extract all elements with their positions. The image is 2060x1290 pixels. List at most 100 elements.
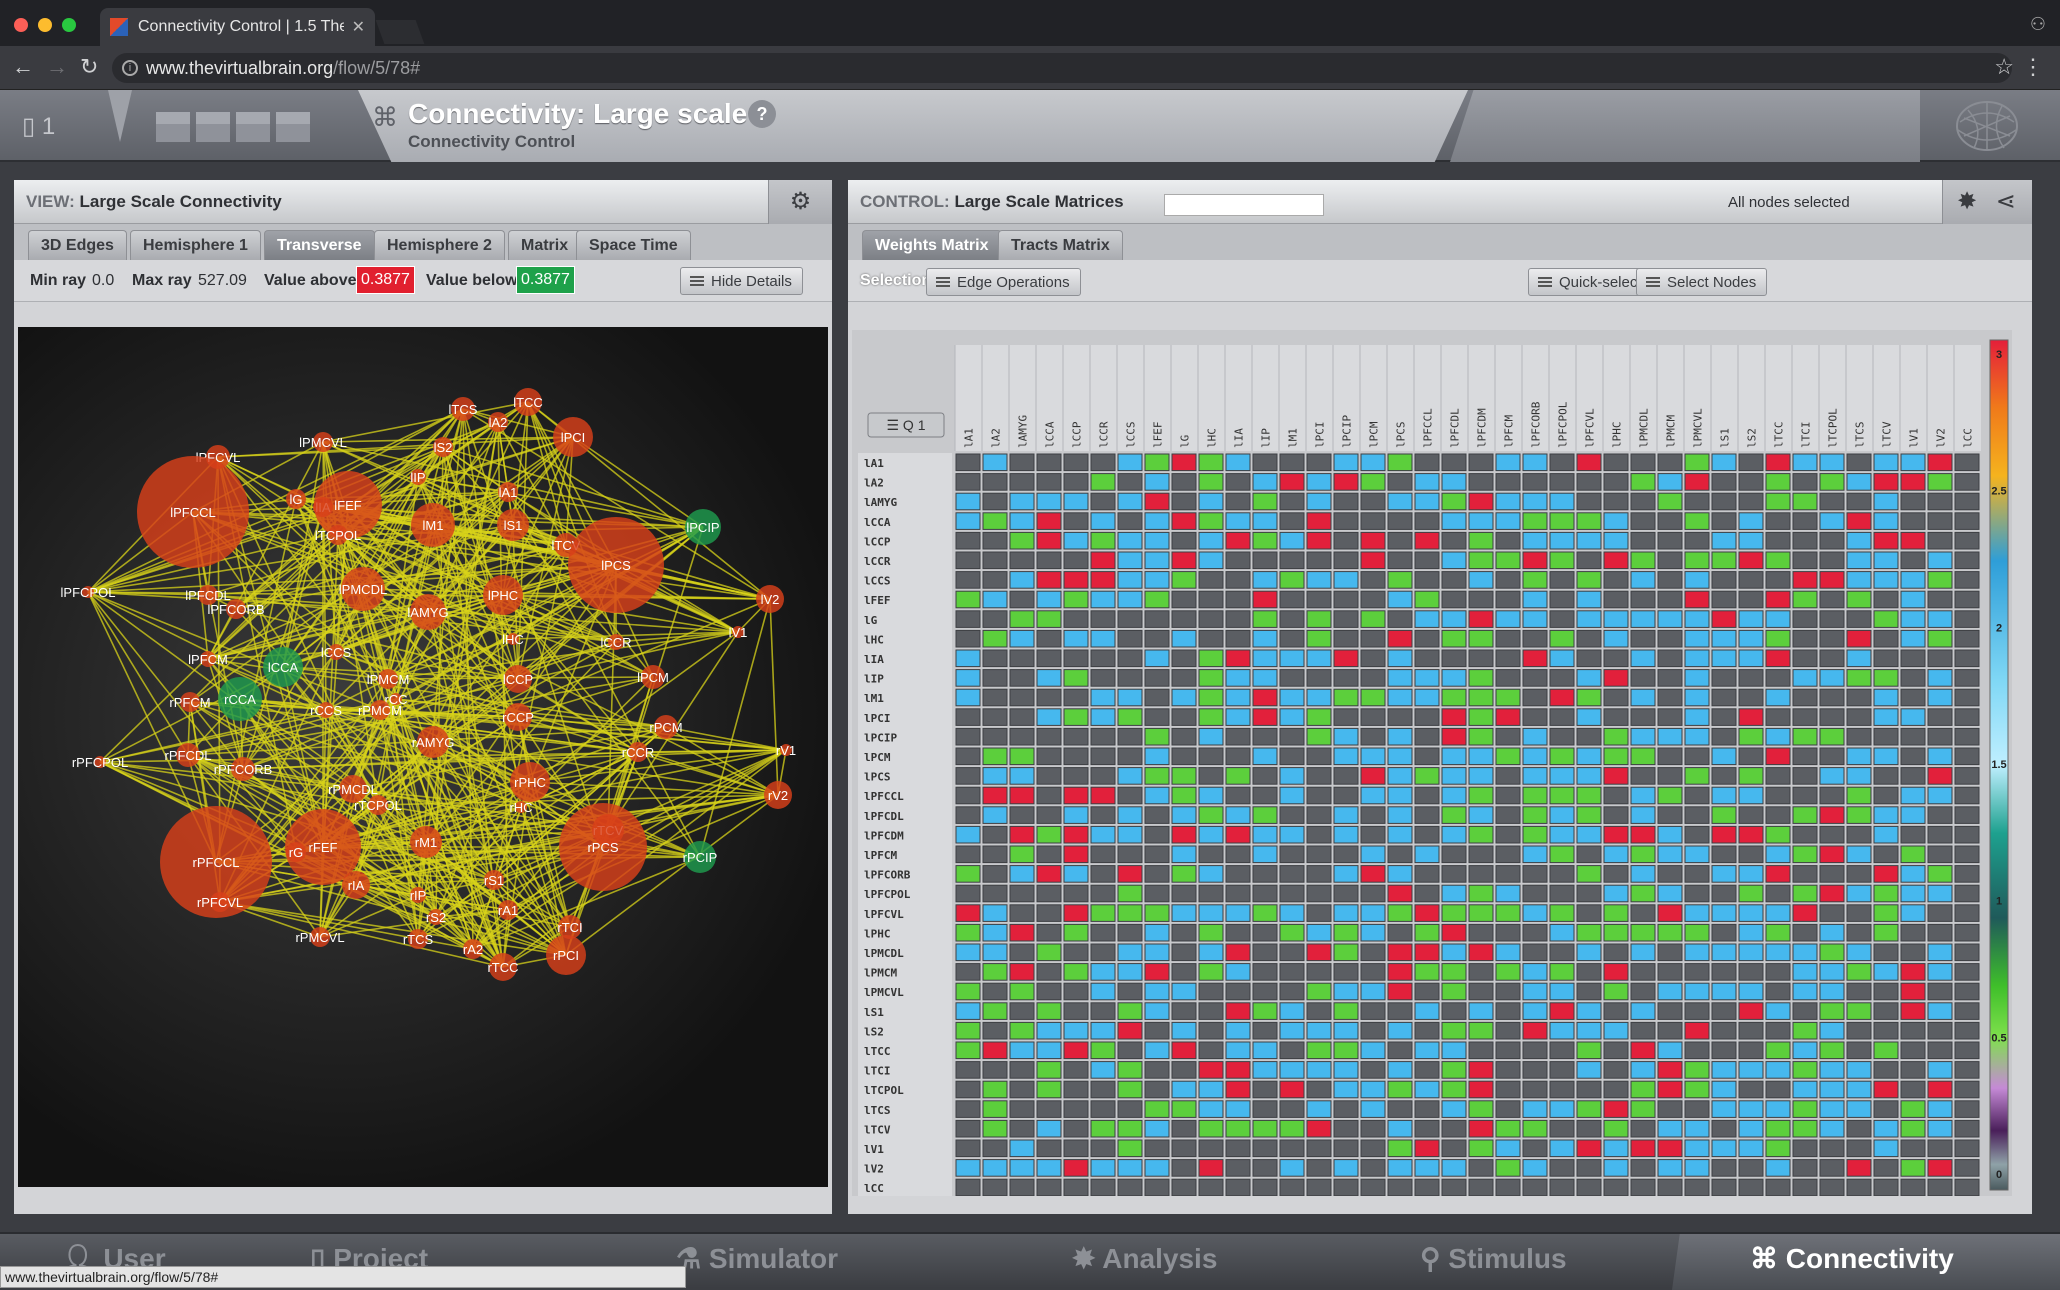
matrix-cell[interactable] [1306, 708, 1332, 726]
matrix-cell[interactable] [1117, 473, 1143, 491]
matrix-cell[interactable] [1495, 923, 1521, 942]
matrix-cell[interactable] [1495, 904, 1521, 922]
matrix-cell[interactable] [1306, 963, 1332, 981]
matrix-cell[interactable] [1171, 1002, 1197, 1020]
quick-select-button[interactable]: Quick-select [1528, 268, 1653, 296]
matrix-cell[interactable] [1009, 708, 1035, 726]
matrix-cell[interactable] [1549, 571, 1575, 589]
matrix-cell[interactable] [1144, 1178, 1170, 1197]
matrix-cell[interactable] [1738, 512, 1764, 530]
matrix-cell[interactable] [1522, 629, 1548, 648]
matrix-cell[interactable] [1711, 708, 1737, 726]
matrix-cell[interactable] [1819, 727, 1845, 746]
matrix-column-label[interactable]: lPMCM [1665, 415, 1678, 448]
matrix-cell[interactable] [1009, 453, 1035, 472]
matrix-cell[interactable] [1306, 551, 1332, 570]
matrix-cell[interactable] [1360, 649, 1386, 668]
matrix-cell[interactable] [1549, 531, 1575, 550]
matrix-cell[interactable] [1306, 1139, 1332, 1158]
matrix-column-label[interactable]: lA1 [963, 428, 976, 448]
matrix-cell[interactable] [1738, 1139, 1764, 1158]
matrix-cell[interactable] [1387, 963, 1413, 981]
matrix-cell[interactable] [1765, 1139, 1791, 1158]
matrix-cell[interactable] [1387, 747, 1413, 766]
matrix-cell[interactable] [1090, 1021, 1116, 1040]
brain-region-node[interactable]: lPFCORB [207, 599, 265, 619]
matrix-cell[interactable] [1468, 1100, 1494, 1118]
matrix-cell[interactable] [1819, 767, 1845, 785]
matrix-row-label[interactable]: lIP [864, 673, 884, 686]
matrix-cell[interactable] [1306, 590, 1332, 609]
matrix-cell[interactable] [1306, 1021, 1332, 1040]
close-tab-icon[interactable]: ✕ [352, 17, 365, 37]
matrix-cell[interactable] [1819, 610, 1845, 628]
matrix-cell[interactable] [1765, 1119, 1791, 1138]
matrix-column-label[interactable]: lPCS [1395, 422, 1408, 449]
matrix-cell[interactable] [1657, 669, 1683, 687]
matrix-cell[interactable] [955, 825, 981, 844]
matrix-cell[interactable] [1090, 1041, 1116, 1060]
matrix-cell[interactable] [1765, 492, 1791, 511]
matrix-cell[interactable] [1333, 1021, 1359, 1040]
matrix-cell[interactable] [1252, 492, 1278, 511]
matrix-cell[interactable] [1306, 669, 1332, 687]
matrix-cell[interactable] [1252, 551, 1278, 570]
matrix-cell[interactable] [1900, 786, 1926, 805]
matrix-cell[interactable] [1603, 1002, 1629, 1020]
matrix-cell[interactable] [1630, 571, 1656, 589]
matrix-cell[interactable] [1009, 825, 1035, 844]
matrix-cell[interactable] [1360, 1041, 1386, 1060]
matrix-cell[interactable] [955, 1061, 981, 1079]
matrix-cell[interactable] [1090, 708, 1116, 726]
matrix-cell[interactable] [1765, 688, 1791, 707]
matrix-cell[interactable] [1846, 727, 1872, 746]
matrix-cell[interactable] [1198, 963, 1224, 981]
matrix-cell[interactable] [1144, 1002, 1170, 1020]
matrix-cell[interactable] [1468, 669, 1494, 687]
matrix-cell[interactable] [1414, 943, 1440, 962]
matrix-cell[interactable] [955, 1139, 981, 1158]
matrix-cell[interactable] [982, 825, 1008, 844]
matrix-cell[interactable] [1198, 727, 1224, 746]
matrix-column-label[interactable]: lCCR [1098, 421, 1111, 448]
matrix-cell[interactable] [1900, 1041, 1926, 1060]
matrix-cell[interactable] [1495, 649, 1521, 668]
matrix-cell[interactable] [1279, 669, 1305, 687]
matrix-cell[interactable] [1279, 492, 1305, 511]
matrix-cell[interactable] [1792, 551, 1818, 570]
matrix-cell[interactable] [1522, 1119, 1548, 1138]
matrix-cell[interactable] [1954, 1100, 1980, 1118]
matrix-cell[interactable] [1846, 923, 1872, 942]
matrix-cell[interactable] [1630, 590, 1656, 609]
matrix-cell[interactable] [1009, 551, 1035, 570]
matrix-cell[interactable] [1117, 923, 1143, 942]
matrix-cell[interactable] [1819, 982, 1845, 1001]
hide-details-button[interactable]: Hide Details [680, 267, 803, 295]
matrix-cell[interactable] [1495, 1041, 1521, 1060]
matrix-cell[interactable] [1171, 1041, 1197, 1060]
matrix-cell[interactable] [1171, 531, 1197, 550]
matrix-cell[interactable] [1360, 610, 1386, 628]
matrix-cell[interactable] [1333, 610, 1359, 628]
matrix-cell[interactable] [1036, 590, 1062, 609]
matrix-cell[interactable] [1630, 492, 1656, 511]
matrix-cell[interactable] [1414, 1100, 1440, 1118]
matrix-column-label[interactable]: lS1 [1719, 428, 1732, 448]
brain-region-node[interactable]: rS1 [484, 870, 504, 890]
matrix-cell[interactable] [1954, 512, 1980, 530]
matrix-cell[interactable] [1630, 1080, 1656, 1099]
matrix-cell[interactable] [1684, 1021, 1710, 1040]
matrix-cell[interactable] [1360, 688, 1386, 707]
matrix-cell[interactable] [1225, 963, 1251, 981]
matrix-cell[interactable] [1819, 1061, 1845, 1079]
matrix-cell[interactable] [1630, 1159, 1656, 1177]
matrix-cell[interactable] [1117, 786, 1143, 805]
matrix-cell[interactable] [955, 963, 981, 981]
matrix-cell[interactable] [1090, 923, 1116, 942]
matrix-cell[interactable] [1549, 727, 1575, 746]
matrix-cell[interactable] [1144, 512, 1170, 530]
matrix-cell[interactable] [1603, 669, 1629, 687]
matrix-cell[interactable] [1765, 1021, 1791, 1040]
brain-region-node[interactable]: rA1 [498, 900, 518, 920]
matrix-cell[interactable] [1495, 825, 1521, 844]
